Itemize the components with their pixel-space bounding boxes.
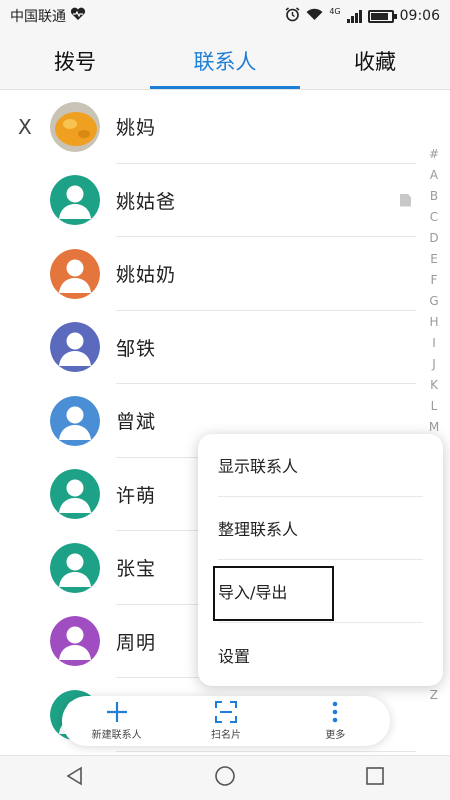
more-label: 更多 bbox=[325, 730, 346, 741]
tab-bar: 拨号 联系人 收藏 bbox=[0, 32, 450, 90]
contact-row[interactable]: 姚姑爸 bbox=[0, 164, 450, 237]
status-left: 中国联通 bbox=[10, 6, 86, 26]
alphabet-index-letter[interactable]: C bbox=[430, 207, 438, 228]
bottom-toolbar: 新建联系人 扫名片 更多 bbox=[62, 696, 390, 746]
person-icon[interactable] bbox=[50, 322, 100, 373]
heart-pulse-icon bbox=[70, 7, 86, 25]
new-contact-label: 新建联系人 bbox=[91, 730, 142, 741]
contact-row[interactable]: 邹铁 bbox=[0, 311, 450, 384]
alphabet-index-z[interactable]: Z bbox=[430, 688, 438, 702]
signal-icon bbox=[346, 9, 362, 23]
battery-icon bbox=[367, 9, 397, 23]
system-nav-bar bbox=[0, 755, 450, 800]
contact-row[interactable]: X 姚妈 bbox=[0, 90, 450, 164]
clock-time: 09:06 bbox=[399, 8, 440, 24]
scan-card-button[interactable]: 扫名片 bbox=[171, 696, 280, 746]
more-button[interactable]: 更多 bbox=[281, 696, 390, 746]
tab-dialer-label: 拨号 bbox=[54, 49, 96, 74]
menu-settings-label: 设置 bbox=[218, 646, 251, 666]
contact-name: 姚妈 bbox=[116, 117, 157, 140]
alphabet-index-letter[interactable]: D bbox=[429, 228, 438, 249]
contact-name: 曾斌 bbox=[116, 411, 157, 434]
person-icon[interactable] bbox=[50, 395, 100, 446]
person-icon[interactable] bbox=[50, 175, 100, 226]
menu-show-contacts[interactable]: 显示联系人 bbox=[218, 434, 423, 497]
overflow-menu: 显示联系人 整理联系人 导入/导出 设置 bbox=[198, 434, 443, 686]
new-contact-button[interactable]: 新建联系人 bbox=[62, 696, 171, 746]
contact-row[interactable]: 姚姑奶 bbox=[0, 237, 450, 311]
menu-import-export[interactable]: 导入/导出 bbox=[218, 560, 423, 623]
alphabet-index-letter[interactable]: A bbox=[430, 165, 438, 186]
scan-frame-icon bbox=[214, 701, 237, 723]
alphabet-index-letter[interactable]: L bbox=[431, 396, 438, 417]
tab-contacts[interactable]: 联系人 bbox=[150, 32, 300, 89]
alphabet-index[interactable]: # A B C D E F G H I J K L M bbox=[426, 144, 442, 438]
contact-name: 许萌 bbox=[116, 484, 157, 507]
alphabet-index-letter[interactable]: K bbox=[430, 375, 438, 396]
status-bar: 中国联通 4G 09:06 bbox=[0, 0, 450, 32]
person-icon[interactable] bbox=[50, 248, 100, 299]
contact-name: 姚姑爸 bbox=[116, 190, 177, 213]
alphabet-index-letter[interactable]: I bbox=[432, 333, 436, 354]
contact-name: 邹铁 bbox=[116, 337, 157, 360]
contact-name: 周明 bbox=[116, 631, 157, 654]
alphabet-index-letter[interactable]: G bbox=[429, 291, 438, 312]
scan-card-label: 扫名片 bbox=[210, 730, 241, 741]
alphabet-index-letter[interactable]: J bbox=[432, 354, 436, 375]
sim-card-icon bbox=[400, 193, 411, 207]
contact-photo-avatar[interactable] bbox=[50, 101, 100, 152]
network-type-label: 4G bbox=[329, 6, 341, 16]
tab-contacts-label: 联系人 bbox=[193, 49, 257, 74]
person-icon[interactable] bbox=[50, 616, 100, 667]
contact-name: 张宝 bbox=[116, 558, 157, 581]
person-icon[interactable] bbox=[50, 469, 100, 520]
menu-organize-contacts[interactable]: 整理联系人 bbox=[218, 497, 423, 560]
alphabet-index-letter[interactable]: B bbox=[430, 186, 438, 207]
row-divider bbox=[116, 750, 416, 752]
home-circle-icon[interactable] bbox=[214, 765, 236, 791]
wifi-icon bbox=[306, 8, 323, 25]
more-vertical-icon bbox=[332, 701, 338, 723]
alarm-clock-icon bbox=[285, 6, 300, 26]
tab-favorites[interactable]: 收藏 bbox=[300, 32, 450, 89]
tab-favorites-label: 收藏 bbox=[354, 49, 396, 74]
alphabet-index-letter[interactable]: E bbox=[430, 249, 438, 270]
tab-dialer[interactable]: 拨号 bbox=[0, 32, 150, 89]
person-icon[interactable] bbox=[50, 542, 100, 593]
recents-square-icon[interactable] bbox=[365, 766, 385, 790]
plus-icon bbox=[106, 701, 128, 723]
carrier-label: 中国联通 bbox=[10, 9, 66, 25]
battery-fill bbox=[370, 12, 388, 20]
section-letter: X bbox=[18, 114, 32, 139]
menu-import-export-label: 导入/导出 bbox=[218, 583, 288, 602]
back-triangle-icon[interactable] bbox=[65, 766, 85, 790]
alphabet-index-letter[interactable]: # bbox=[429, 144, 439, 165]
status-right: 4G 09:06 bbox=[285, 7, 440, 26]
menu-show-contacts-label: 显示联系人 bbox=[218, 457, 299, 476]
menu-settings[interactable]: 设置 bbox=[218, 623, 423, 686]
alphabet-index-letter[interactable]: H bbox=[429, 312, 438, 333]
contact-name: 姚姑奶 bbox=[116, 264, 177, 287]
menu-organize-contacts-label: 整理联系人 bbox=[218, 520, 299, 539]
alphabet-index-letter[interactable]: F bbox=[431, 270, 438, 291]
